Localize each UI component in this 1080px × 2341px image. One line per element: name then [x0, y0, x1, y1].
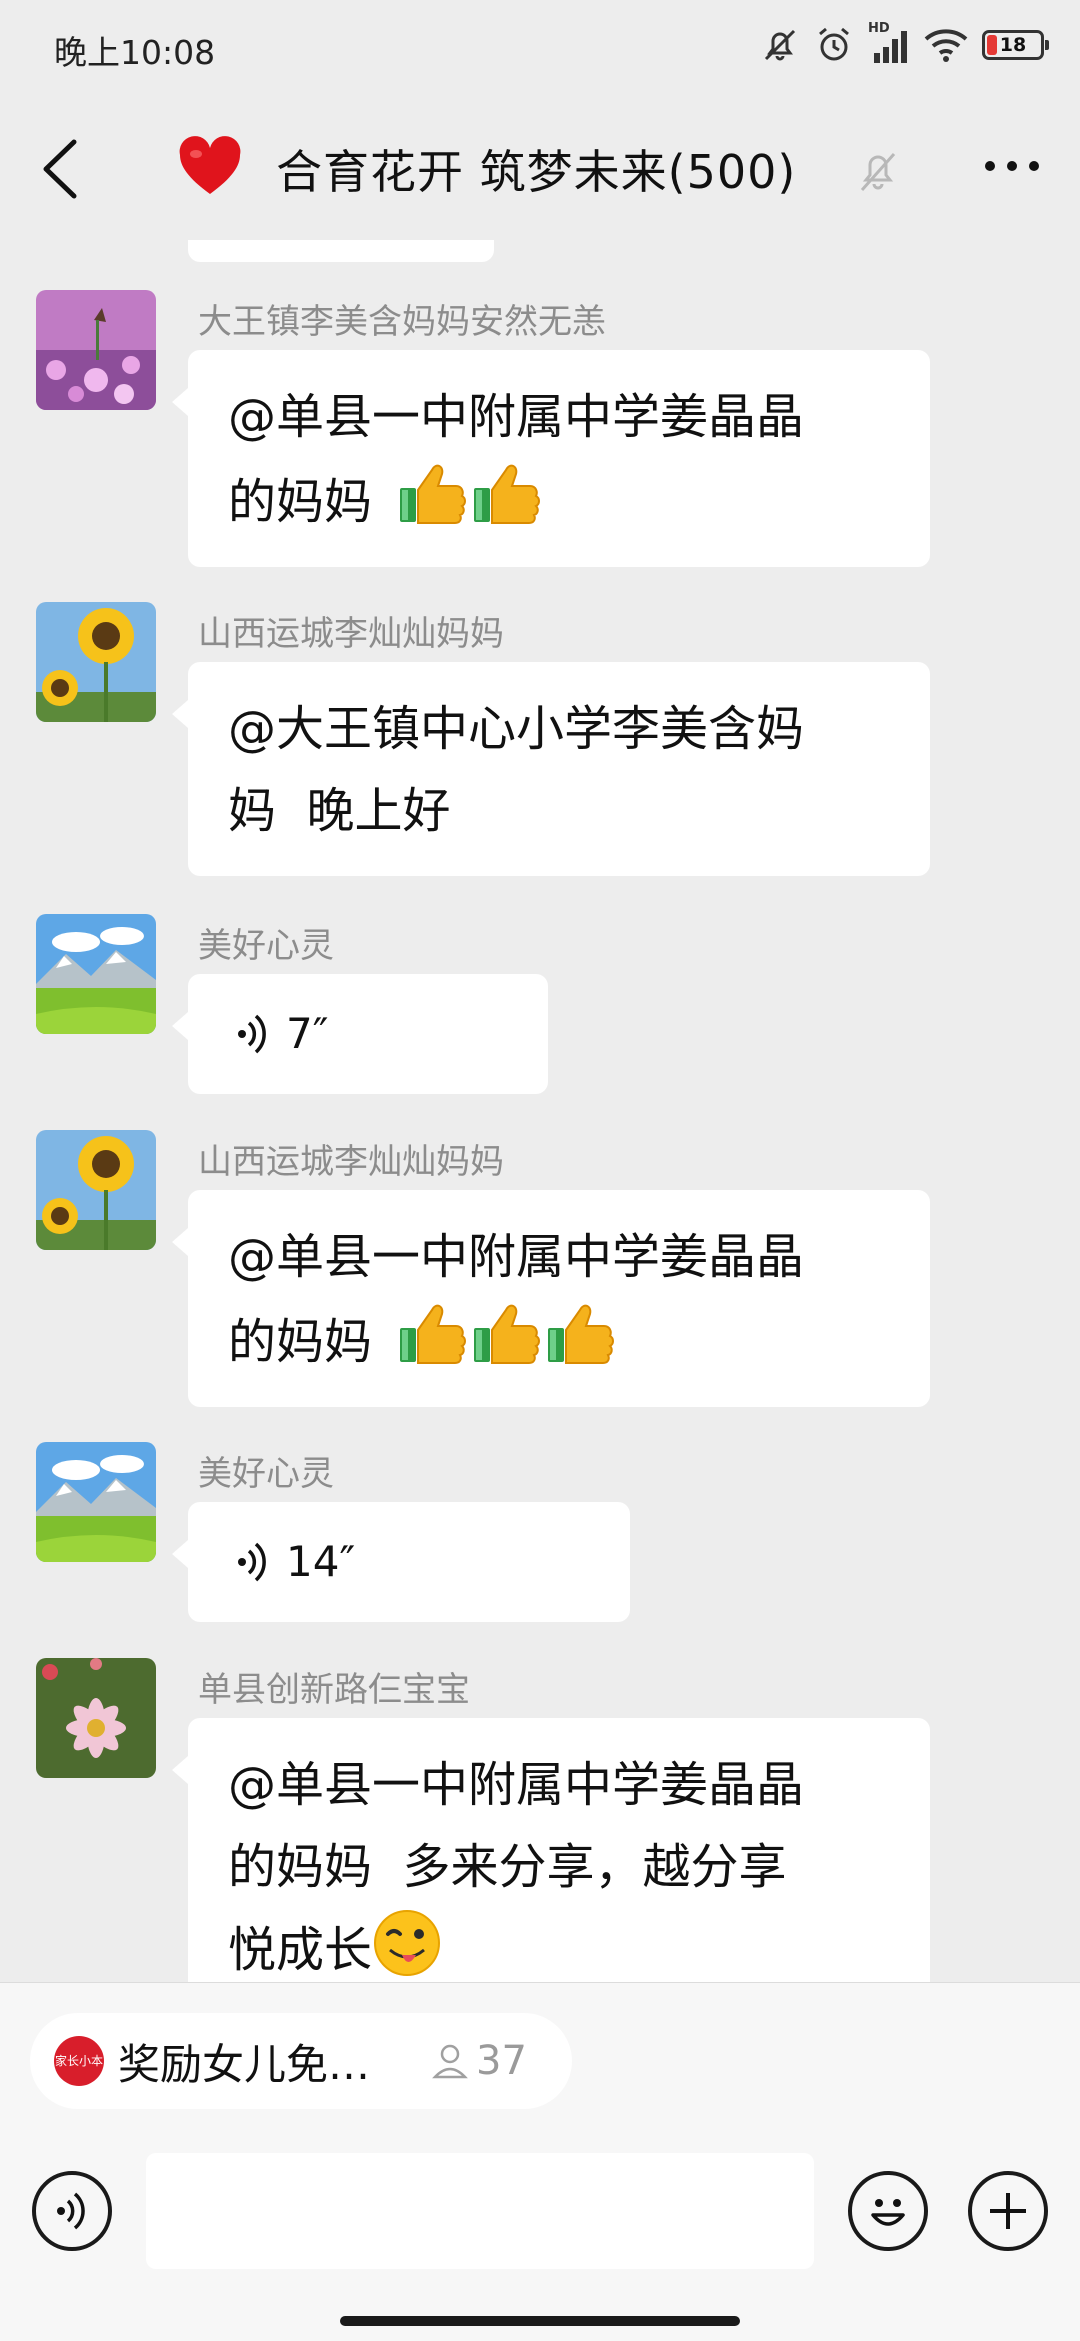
- message-input[interactable]: [146, 2153, 814, 2269]
- sender-name: 大王镇李美含妈妈安然无恙: [198, 302, 606, 342]
- message-bubble[interactable]: @单县一中附属中学姜晶晶 的妈妈 多来分享，越分享 悦成长: [172, 1718, 930, 1982]
- message-text-line: 悦成长: [228, 1922, 373, 1978]
- voice-duration: 7″: [286, 1009, 329, 1058]
- avatar[interactable]: [36, 1442, 156, 1562]
- status-time: 晚上10:08: [54, 33, 216, 72]
- mute-bell-icon: [860, 153, 896, 191]
- thumbs-up-emoji-icon: [548, 1304, 615, 1364]
- message-bubble[interactable]: @大王镇中心小学李美含妈 妈 晚上好: [172, 662, 930, 876]
- emoji-button[interactable]: [848, 2171, 928, 2251]
- person-icon: [432, 2044, 468, 2079]
- more-functions-button[interactable]: [968, 2171, 1048, 2251]
- home-indicator[interactable]: [340, 2316, 740, 2326]
- avatar[interactable]: [36, 1658, 156, 1778]
- voice-input-button[interactable]: [32, 2171, 112, 2251]
- winking-tongue-emoji-icon: [374, 1910, 441, 1976]
- thumbs-up-emoji-icon: [474, 1304, 541, 1364]
- notice-text: 奖励女儿免…: [118, 2039, 371, 2089]
- voice-wave-icon: [57, 2192, 85, 2230]
- avatar[interactable]: [36, 290, 156, 410]
- viewer-count: 37: [476, 2038, 527, 2084]
- smiley-icon: [871, 2199, 905, 2226]
- live-notice-pill[interactable]: 家长小本 奖励女儿免… 37: [30, 2013, 572, 2109]
- battery-level: 18: [999, 34, 1027, 56]
- avatar[interactable]: [36, 1130, 156, 1250]
- message-bubble[interactable]: @单县一中附属中学姜晶晶 的妈妈: [172, 350, 930, 567]
- bottom-input-area: 家长小本 奖励女儿免… 37: [0, 1982, 1080, 2341]
- message-text-line: 的妈妈 多来分享，越分享: [228, 1839, 787, 1895]
- avatar[interactable]: [36, 602, 156, 722]
- battery-icon: 18: [982, 30, 1049, 60]
- group-title: 合育花开 筑梦未来(500): [276, 145, 797, 199]
- status-bar: 晚上10:08 HD 18: [0, 0, 1080, 90]
- voice-wave-icon: [238, 1014, 266, 1054]
- message-text-line: @大王镇中心小学李美含妈: [228, 701, 805, 757]
- chat-message-list[interactable]: 大王镇李美含妈妈安然无恙 @单县一中附属中学姜晶晶 的妈妈 山西运城李灿灿妈妈 …: [0, 240, 1080, 1982]
- sender-name: 单县创新路仨宝宝: [198, 1670, 470, 1710]
- app-logo-icon: 家长小本: [54, 2036, 104, 2086]
- chat-header: 合育花开 筑梦未来(500): [0, 100, 1080, 240]
- message-text-line: 的妈妈: [228, 1314, 373, 1370]
- avatar[interactable]: [36, 914, 156, 1034]
- message-text-line: 妈 晚上好: [228, 783, 451, 839]
- thumbs-up-emoji-icon: [400, 1304, 467, 1364]
- message-text-line: @单县一中附属中学姜晶晶: [228, 1757, 805, 1813]
- alarm-icon: [819, 27, 849, 61]
- voice-message-bubble[interactable]: 7″: [172, 974, 548, 1094]
- voice-wave-icon: [238, 1542, 266, 1582]
- heart-icon: [179, 136, 241, 194]
- sender-name: 美好心灵: [198, 926, 334, 966]
- thumbs-up-emoji-icon: [400, 464, 467, 524]
- thumbs-up-emoji-icon: [474, 464, 541, 524]
- notifications-muted-icon: [764, 29, 796, 61]
- message-text-line: @单县一中附属中学姜晶晶: [228, 1229, 805, 1285]
- message-bubble[interactable]: @单县一中附属中学姜晶晶 的妈妈: [172, 1190, 930, 1407]
- message-bubble-partial: [188, 240, 494, 262]
- sender-name: 山西运城李灿灿妈妈: [198, 1142, 504, 1182]
- message-text-line: 的妈妈: [228, 474, 373, 530]
- signal-icon: HD: [868, 21, 910, 65]
- wifi-icon: [924, 29, 968, 62]
- sender-name: 山西运城李灿灿妈妈: [198, 614, 504, 654]
- sender-name: 美好心灵: [198, 1454, 334, 1494]
- plus-icon: [990, 2193, 1026, 2229]
- status-icons: HD 18: [760, 21, 1049, 68]
- voice-message-bubble[interactable]: 14″: [172, 1502, 630, 1622]
- message-text-line: @单县一中附属中学姜晶晶: [228, 389, 805, 445]
- more-icon[interactable]: [982, 146, 1042, 186]
- back-icon[interactable]: [38, 136, 84, 202]
- voice-duration: 14″: [286, 1537, 356, 1586]
